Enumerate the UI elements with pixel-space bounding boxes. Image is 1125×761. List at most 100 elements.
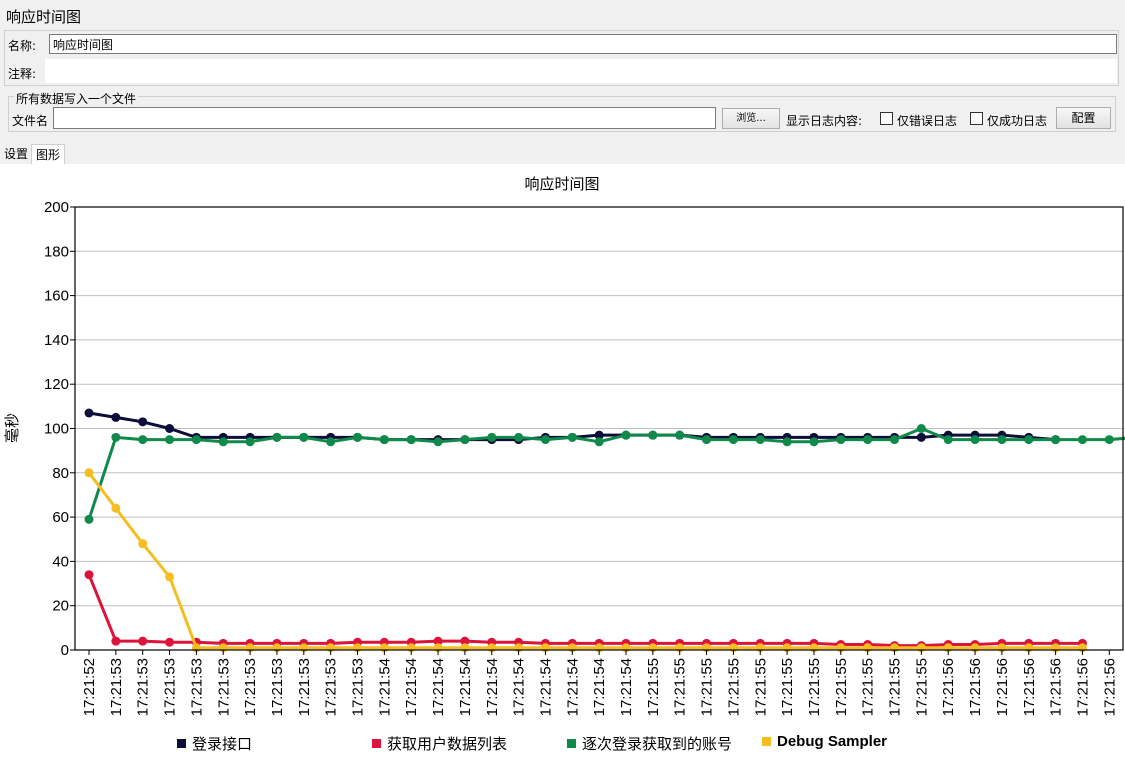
tab-settings[interactable]: 设置 bbox=[0, 144, 32, 164]
data-point bbox=[594, 437, 604, 447]
tab-graph[interactable]: 图形 bbox=[31, 144, 66, 165]
x-tick-label: 17:21:55 bbox=[779, 658, 796, 716]
comment-label: 注释: bbox=[8, 67, 37, 81]
data-point bbox=[809, 437, 819, 447]
series-line bbox=[87, 574, 1083, 648]
data-point bbox=[272, 432, 282, 442]
filename-input[interactable] bbox=[53, 107, 716, 129]
name-input[interactable] bbox=[49, 34, 1117, 54]
data-point bbox=[702, 435, 712, 445]
x-tick-label: 17:21:56 bbox=[1021, 658, 1038, 716]
x-tick-label: 17:21:53 bbox=[269, 658, 286, 716]
log-content-label: 显示日志内容: bbox=[786, 114, 863, 128]
data-point bbox=[836, 435, 846, 445]
data-point bbox=[165, 572, 175, 582]
x-tick-label: 17:21:53 bbox=[296, 658, 313, 716]
data-point bbox=[997, 435, 1007, 445]
data-point bbox=[111, 636, 121, 646]
legend-item-login: 登录接口 bbox=[177, 733, 252, 754]
y-axis-label: 毫秒 bbox=[3, 413, 21, 443]
y-tick-label: 180 bbox=[44, 243, 69, 260]
legend-label-debug: Debug Sampler bbox=[777, 733, 888, 750]
y-tick-label: 120 bbox=[44, 376, 69, 393]
data-point bbox=[567, 432, 577, 442]
data-point bbox=[675, 430, 685, 440]
data-point bbox=[111, 412, 121, 422]
x-tick-label: 17:21:54 bbox=[403, 658, 420, 716]
data-point bbox=[916, 424, 926, 433]
data-point bbox=[326, 437, 336, 447]
data-point bbox=[245, 437, 255, 447]
data-point bbox=[514, 432, 524, 442]
legend-item-user-data: 获取用户数据列表 bbox=[372, 733, 507, 754]
response-time-chart: 响应时间图 毫秒 0 20 40 60 80 100 120 140 160 180 200 17:… bbox=[3, 175, 1125, 716]
data-point bbox=[111, 503, 121, 513]
errors-only-label: 仅错误日志 bbox=[897, 114, 958, 128]
data-point bbox=[138, 539, 148, 549]
data-point bbox=[165, 435, 175, 445]
y-tick-label: 60 bbox=[52, 509, 69, 526]
data-point bbox=[621, 430, 631, 440]
y-tick-label: 200 bbox=[44, 199, 69, 216]
data-point bbox=[84, 468, 94, 478]
series-2 bbox=[84, 570, 1087, 651]
legend-swatch-login bbox=[177, 739, 186, 748]
series-4 bbox=[84, 468, 1087, 653]
x-tick-label: 17:21:52 bbox=[81, 658, 98, 716]
success-only-checkbox[interactable] bbox=[970, 112, 983, 125]
legend-swatch-account bbox=[567, 739, 576, 748]
data-point bbox=[1104, 435, 1114, 445]
y-tick-label: 20 bbox=[52, 598, 69, 615]
data-point bbox=[970, 435, 980, 445]
x-tick-label: 17:21:53 bbox=[242, 658, 259, 716]
x-tick-label: 17:21:56 bbox=[1101, 658, 1118, 716]
x-tick-label: 17:21:53 bbox=[162, 658, 179, 716]
data-point bbox=[379, 435, 389, 445]
x-tick-label: 17:21:54 bbox=[457, 658, 474, 716]
x-tick-label: 17:21:53 bbox=[135, 658, 152, 716]
x-tick-label: 17:21:55 bbox=[860, 658, 877, 716]
y-tick-label: 140 bbox=[44, 332, 69, 349]
x-tick-label: 17:21:55 bbox=[699, 658, 716, 716]
x-tick-label: 17:21:54 bbox=[591, 658, 608, 716]
success-only-label: 仅成功日志 bbox=[987, 114, 1048, 128]
data-point bbox=[943, 435, 953, 445]
data-point bbox=[460, 435, 470, 445]
data-point bbox=[84, 408, 94, 418]
data-point bbox=[406, 435, 416, 445]
name-label: 名称: bbox=[8, 39, 37, 53]
data-point bbox=[728, 435, 738, 445]
chart-title: 响应时间图 bbox=[524, 175, 599, 193]
y-tick-label: 160 bbox=[44, 288, 69, 305]
legend-swatch-user-data bbox=[372, 739, 381, 748]
x-tick-label: 17:21:54 bbox=[484, 658, 501, 716]
errors-only-checkbox[interactable] bbox=[880, 112, 893, 125]
legend-item-account: 逐次登录获取到的账号 bbox=[567, 733, 732, 754]
y-tick-label: 100 bbox=[44, 421, 69, 438]
data-point bbox=[84, 570, 94, 580]
comment-textarea[interactable] bbox=[45, 59, 1117, 83]
data-point bbox=[218, 437, 228, 447]
x-tick-label: 17:21:53 bbox=[350, 658, 367, 716]
data-point bbox=[165, 424, 175, 433]
data-point bbox=[353, 432, 362, 442]
data-point bbox=[138, 435, 148, 445]
x-tick-label: 17:21:56 bbox=[1048, 658, 1065, 716]
data-point bbox=[191, 435, 201, 445]
x-tick-label: 17:21:55 bbox=[725, 658, 742, 716]
chart-panel: 响应时间图 毫秒 0 20 40 60 80 100 120 140 160 180 200 17:… bbox=[0, 164, 1125, 761]
x-tick-label: 17:21:55 bbox=[672, 658, 689, 716]
y-tick-label: 40 bbox=[52, 553, 69, 570]
x-tick-label: 17:21:55 bbox=[806, 658, 823, 716]
y-tick-label: 80 bbox=[52, 465, 69, 482]
browse-button[interactable]: 浏览... bbox=[722, 108, 780, 129]
x-tick-label: 17:21:53 bbox=[215, 658, 232, 716]
configure-button[interactable]: 配置 bbox=[1056, 107, 1111, 129]
series-line bbox=[87, 471, 1083, 650]
x-tick-label: 17:21:56 bbox=[994, 658, 1011, 716]
data-point bbox=[84, 514, 94, 524]
legend-item-debug: Debug Sampler bbox=[762, 733, 887, 750]
x-tick-label: 17:21:55 bbox=[887, 658, 904, 716]
x-tick-label: 17:21:54 bbox=[537, 658, 554, 716]
data-point bbox=[916, 432, 926, 442]
